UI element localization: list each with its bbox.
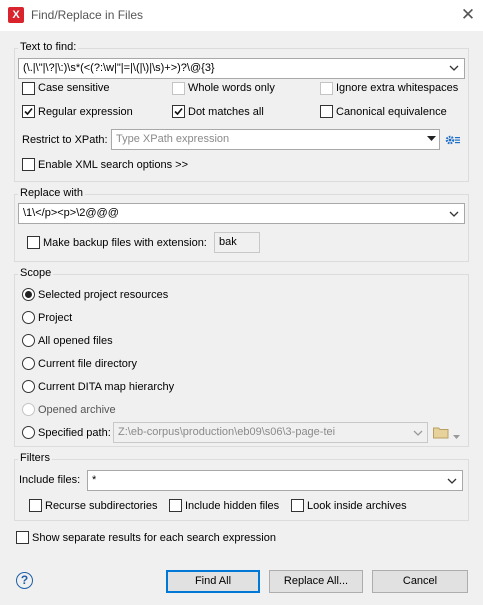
replace-expression-input[interactable]: \1\</p><p>\2@@@	[18, 203, 465, 224]
include-files-value: *	[92, 474, 97, 486]
ignore-whitespace-checkbox[interactable]	[320, 82, 333, 95]
separate-results-checkbox[interactable]	[16, 531, 29, 544]
specified-path-input[interactable]: Z:\eb-corpus\production\eb09\s06\3-page-…	[113, 422, 428, 443]
find-all-button[interactable]: Find All	[166, 570, 260, 593]
xml-search-options-label[interactable]: Enable XML search options >>	[38, 159, 188, 171]
scope-radio-dita-map-hierarchy[interactable]	[22, 380, 35, 393]
backup-extension-value: bak	[219, 236, 237, 248]
look-inside-archives-checkbox[interactable]	[291, 499, 304, 512]
separate-results-label: Show separate results for each search ex…	[32, 532, 276, 544]
canonical-equivalence-label: Canonical equivalence	[336, 106, 447, 118]
regular-expression-checkbox[interactable]	[22, 105, 35, 118]
scope-radio-opened-archive[interactable]	[22, 403, 35, 416]
include-files-label: Include files:	[19, 474, 81, 486]
backup-files-checkbox[interactable]	[27, 236, 40, 249]
case-sensitive-label: Case sensitive	[38, 82, 110, 94]
canonical-equivalence-checkbox[interactable]	[320, 105, 333, 118]
xpath-label: Restrict to XPath:	[22, 134, 108, 146]
browse-options-dropdown-icon[interactable]	[453, 431, 460, 443]
include-hidden-files-checkbox[interactable]	[169, 499, 182, 512]
replace-expression-value: \1\</p><p>\2@@@	[23, 207, 119, 219]
whole-words-label: Whole words only	[188, 82, 275, 94]
include-hidden-files-label: Include hidden files	[185, 500, 280, 512]
find-history-chevron-down-icon[interactable]	[449, 63, 459, 73]
replace-history-chevron-down-icon[interactable]	[449, 209, 459, 219]
find-expression-input[interactable]: (\.|\"|\?|\:)\s*(<(?:\w|"|=|\(|\)|\s)+>)…	[18, 58, 465, 79]
recurse-subdirectories-checkbox[interactable]	[29, 499, 42, 512]
backup-files-label: Make backup files with extension:	[43, 237, 207, 249]
scope-radio-all-opened-files[interactable]	[22, 334, 35, 347]
scope-label-project: Project	[38, 312, 73, 324]
scope-radio-specified-path[interactable]	[22, 426, 35, 439]
specified-path-chevron-down-icon[interactable]	[413, 428, 423, 438]
scope-label-current-file-directory: Current file directory	[38, 358, 138, 370]
dot-matches-all-label: Dot matches all	[188, 106, 264, 118]
scope-radio-selected-resources[interactable]	[22, 288, 35, 301]
recurse-subdirectories-label: Recurse subdirectories	[45, 500, 158, 512]
oxygen-app-icon: X	[8, 7, 24, 23]
replace-all-button[interactable]: Replace All...	[269, 570, 363, 593]
xpath-dropdown-icon[interactable]	[427, 136, 436, 143]
help-question-icon[interactable]: ?	[16, 572, 33, 589]
cancel-button[interactable]: Cancel	[372, 570, 468, 593]
specified-path-value: Z:\eb-corpus\production\eb09\s06\3-page-…	[118, 426, 336, 438]
scope-label-specified-path: Specified path:	[38, 427, 111, 439]
case-sensitive-checkbox[interactable]	[22, 82, 35, 95]
look-inside-archives-label: Look inside archives	[307, 500, 407, 512]
scope-label-opened-archive: Opened archive	[38, 404, 116, 416]
include-files-chevron-down-icon[interactable]	[447, 476, 457, 486]
dot-matches-all-checkbox[interactable]	[172, 105, 185, 118]
xpath-settings-gear-icon[interactable]	[445, 134, 461, 149]
xml-search-options-checkbox[interactable]	[22, 158, 35, 171]
include-files-input[interactable]: *	[87, 470, 463, 491]
browse-folder-icon[interactable]	[433, 426, 449, 442]
scope-label-selected-resources: Selected project resources	[38, 289, 169, 301]
scope-radio-project[interactable]	[22, 311, 35, 324]
window-title: Find/Replace in Files	[31, 8, 144, 22]
scope-label-all-opened-files: All opened files	[38, 335, 113, 347]
ignore-whitespace-label: Ignore extra whitespaces	[336, 82, 459, 94]
scope-label-dita-map-hierarchy: Current DITA map hierarchy	[38, 381, 175, 393]
scope-label: Scope	[18, 267, 54, 279]
filters-label: Filters	[18, 452, 52, 464]
xpath-placeholder: Type XPath expression	[116, 133, 230, 145]
xpath-input[interactable]: Type XPath expression	[111, 129, 440, 150]
replace-with-label: Replace with	[18, 187, 85, 199]
whole-words-checkbox[interactable]	[172, 82, 185, 95]
scope-radio-current-file-directory[interactable]	[22, 357, 35, 370]
close-icon[interactable]: ✕	[458, 5, 478, 25]
text-to-find-label: Text to find:	[18, 41, 79, 53]
regular-expression-label: Regular expression	[38, 106, 133, 118]
backup-extension-input[interactable]: bak	[214, 232, 260, 253]
find-expression-value: (\.|\"|\?|\:)\s*(<(?:\w|"|=|\(|\)|\s)+>)…	[23, 62, 215, 74]
